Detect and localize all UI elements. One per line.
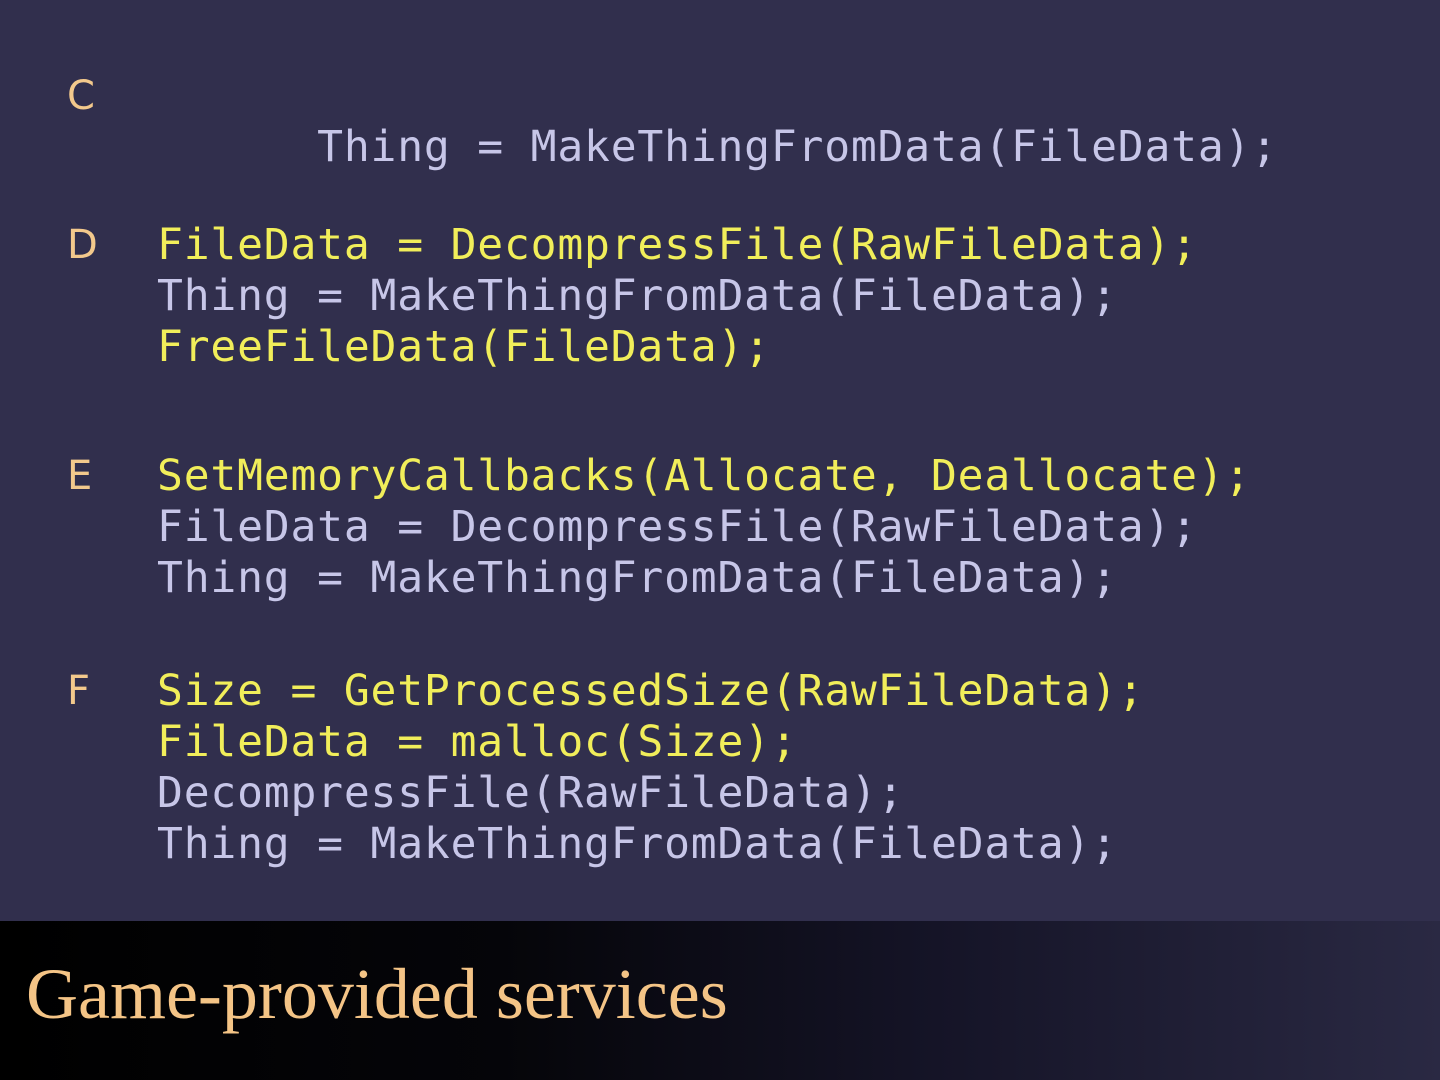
code-line: Size = GetProcessedSize(RawFileData); xyxy=(157,666,1145,716)
block-label: E xyxy=(67,453,93,499)
slide-title: Game-provided services xyxy=(26,954,728,1034)
code-fragment: Thing = MakeThingFromData(FileData); xyxy=(317,122,1278,172)
code-line: DecompressFile(RawFileData); xyxy=(157,768,905,818)
code-line: FreeFileData(FileData); xyxy=(157,322,771,372)
footer-bar: Game-provided services xyxy=(0,921,1440,1080)
code-line: Thing = MakeThingFromData(FileData); xyxy=(157,271,1118,321)
code-line: Thing = MakeThingFromData(FileData); xyxy=(157,819,1118,869)
code-line: SetMemoryCallbacks(Allocate, Deallocate)… xyxy=(157,451,1252,501)
code-line: FileData = malloc(Size); xyxy=(157,717,798,767)
block-label: D xyxy=(67,222,98,268)
code-line: Thing = MakeThingFromData(FileData); xyxy=(157,71,1278,172)
slide-code-area: C Thing = MakeThingFromData(FileData); D… xyxy=(0,0,1440,921)
code-line: Thing = MakeThingFromData(FileData); xyxy=(157,553,1118,603)
block-label: C xyxy=(67,73,95,119)
code-line: FileData = DecompressFile(RawFileData); xyxy=(157,502,1198,552)
code-line: FileData = DecompressFile(RawFileData); xyxy=(157,220,1198,270)
code-line-text-dim: Thing = MakeThingFromData(FileData); xyxy=(317,122,1278,172)
block-label: F xyxy=(67,668,91,714)
